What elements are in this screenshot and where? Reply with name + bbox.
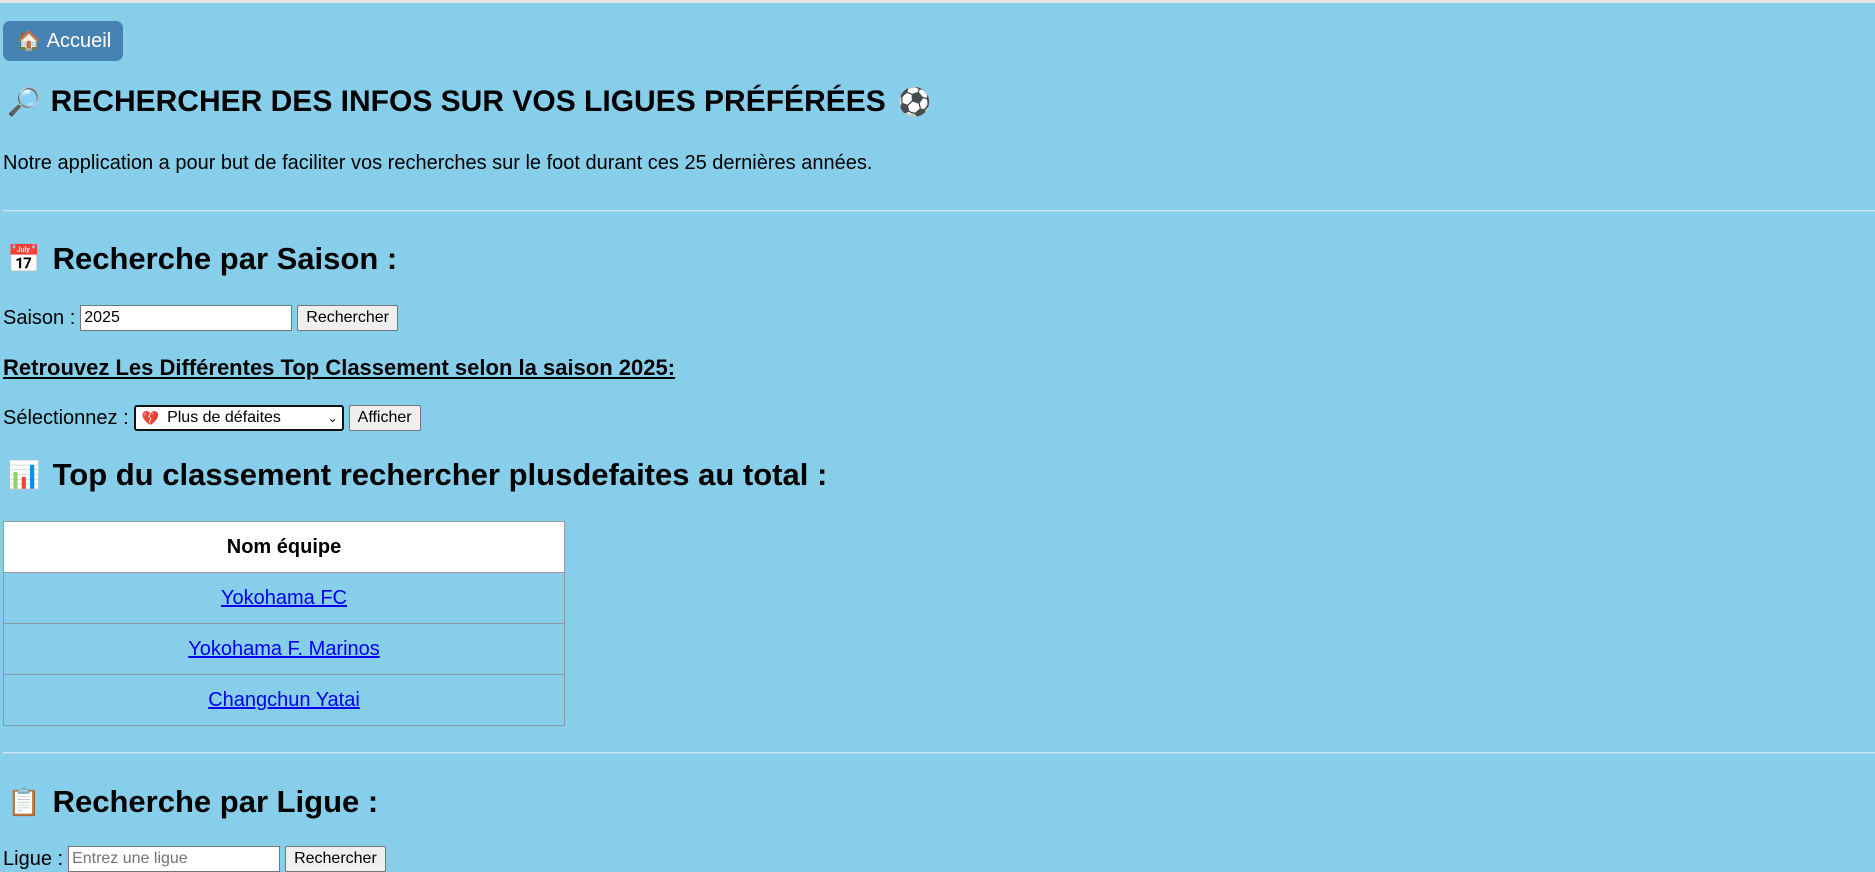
magnifier-icon: 🔎 xyxy=(7,86,41,117)
table-cell: Yokohama FC xyxy=(3,572,565,624)
league-input[interactable] xyxy=(68,846,281,872)
ranking-select-form: Sélectionnez : 💔 Plus de défaites ⌄ Affi… xyxy=(3,405,421,431)
league-section-title: 📋 Recherche par Ligue : xyxy=(3,784,378,820)
calendar-icon: 📅 xyxy=(7,243,41,274)
show-button[interactable]: Afficher xyxy=(348,405,421,431)
league-search-form: Ligue : Rechercher xyxy=(3,846,386,872)
broken-heart-icon: 💔 xyxy=(141,409,160,426)
divider xyxy=(3,210,1875,212)
season-section-title-text: Recherche par Saison : xyxy=(52,241,398,276)
season-input[interactable] xyxy=(80,305,293,331)
season-label: Saison : xyxy=(3,306,76,329)
select-value: Plus de défaites xyxy=(167,409,281,426)
league-label: Ligue : xyxy=(3,847,64,870)
ranking-title-text: Top du classement rechercher plusdefaite… xyxy=(52,457,828,492)
season-search-form: Saison : Rechercher xyxy=(3,305,398,331)
page-title-text: RECHERCHER DES INFOS SUR VOS LIGUES PRÉF… xyxy=(50,85,886,118)
season-search-button[interactable]: Rechercher xyxy=(297,305,398,331)
chevron-down-icon: ⌄ xyxy=(327,411,338,425)
intro-text: Notre application a pour but de facilite… xyxy=(3,152,873,174)
ranking-title: 📊 Top du classement rechercher plusdefai… xyxy=(3,457,827,493)
league-search-button[interactable]: Rechercher xyxy=(285,846,386,872)
table-cell: Changchun Yatai xyxy=(3,674,565,726)
top-ranking-heading: Retrouvez Les Différentes Top Classement… xyxy=(3,355,676,380)
table-cell: Yokohama F. Marinos xyxy=(3,623,565,675)
team-link[interactable]: Changchun Yatai xyxy=(208,689,360,711)
table-row: Yokohama F. Marinos xyxy=(3,623,565,675)
soccer-ball-icon: ⚽ xyxy=(897,86,932,117)
clipboard-icon: 📋 xyxy=(7,786,41,817)
bar-chart-icon: 📊 xyxy=(7,459,41,490)
table-row: Yokohama FC xyxy=(3,572,565,624)
league-section-title-text: Recherche par Ligue : xyxy=(52,784,379,819)
team-link[interactable]: Yokohama F. Marinos xyxy=(188,638,380,660)
table-row: Changchun Yatai xyxy=(3,674,565,726)
column-header-team: Nom équipe xyxy=(3,521,565,573)
season-section-title: 📅 Recherche par Saison : xyxy=(3,241,397,277)
select-label: Sélectionnez : xyxy=(3,406,129,429)
house-icon: 🏠 xyxy=(17,31,41,52)
home-button-label: Accueil xyxy=(46,29,112,52)
ranking-table: Nom équipe Yokohama FC Yokohama F. Marin… xyxy=(3,521,565,726)
home-button[interactable]: 🏠 Accueil xyxy=(3,21,124,61)
page-title: 🔎 RECHERCHER DES INFOS SUR VOS LIGUES PR… xyxy=(3,85,931,119)
divider xyxy=(3,752,1875,754)
team-link[interactable]: Yokohama FC xyxy=(221,587,347,609)
table-header-row: Nom équipe xyxy=(3,521,565,573)
ranking-type-select[interactable]: 💔 Plus de défaites ⌄ xyxy=(133,405,344,431)
